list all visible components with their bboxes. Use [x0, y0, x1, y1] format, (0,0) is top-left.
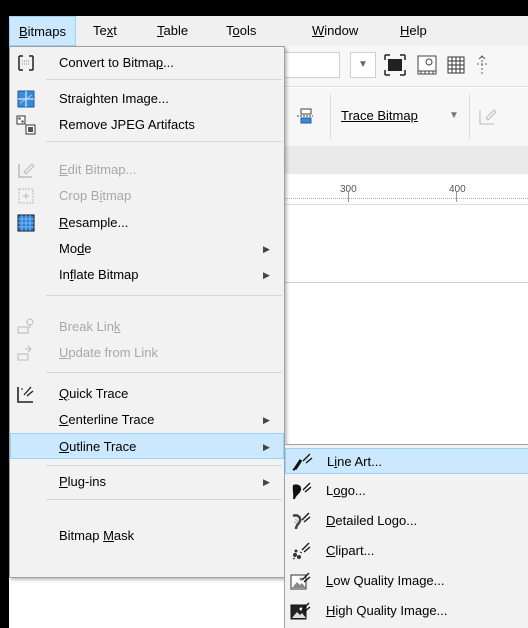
submenu-arrow-icon: ▶	[263, 415, 270, 425]
grid-icon[interactable]	[444, 53, 468, 77]
menu-separator	[46, 79, 282, 80]
submenu-arrow-icon: ▶	[263, 477, 270, 487]
trace-bitmap-button[interactable]: Trace Bitmap	[341, 104, 418, 128]
menu-item-bitmap-mask[interactable]: Bitmap Mask	[10, 523, 284, 549]
edit-bitmap-icon	[16, 160, 36, 180]
menu-item-convert-to-bitmap[interactable]: Convert to Bitmap...	[10, 50, 284, 76]
menu-item-crop-bitmap: Crop Bitmap	[10, 183, 284, 209]
bitmaps-menu: Convert to Bitmap... Straighten Image...…	[9, 46, 285, 578]
toolbar-divider	[330, 94, 331, 140]
menu-item-inflate-bitmap[interactable]: Inflate Bitmap ▶	[10, 262, 284, 288]
menu-bar: Bitmaps Text Table Tools Window Help	[9, 16, 528, 47]
clipart-icon	[290, 541, 312, 561]
detailed-logo-icon	[290, 511, 312, 531]
submenu-item-detailed-logo[interactable]: Detailed Logo...	[285, 508, 528, 534]
ruler-label-300: 300	[340, 184, 357, 195]
guideline-horizontal	[284, 282, 528, 283]
menu-item-resample[interactable]: Resample...	[10, 210, 284, 236]
menu-help[interactable]: Help	[391, 16, 436, 46]
remove-jpeg-artifacts-icon	[16, 115, 36, 135]
menu-separator	[46, 499, 282, 500]
menu-item-quick-trace[interactable]: Quick Trace	[10, 381, 284, 407]
low-quality-image-icon	[290, 571, 312, 591]
update-from-link-icon	[16, 343, 36, 363]
guidelines-icon[interactable]	[474, 53, 498, 77]
size-combo[interactable]: 5	[276, 52, 340, 78]
menu-item-straighten-image[interactable]: Straighten Image...	[10, 86, 284, 112]
menu-table[interactable]: Table	[148, 16, 197, 46]
resample-icon	[16, 213, 36, 233]
submenu-arrow-icon: ▶	[263, 244, 270, 254]
menu-separator	[46, 465, 282, 466]
crop-bitmap-icon	[16, 186, 36, 206]
high-quality-image-icon	[290, 601, 312, 621]
trace-bitmap-chevron-icon[interactable]: ▼	[449, 104, 459, 128]
menu-item-plug-ins[interactable]: Plug-ins ▶	[10, 469, 284, 495]
logo-icon	[290, 481, 312, 501]
submenu-item-logo[interactable]: Logo...	[285, 478, 528, 504]
app-window: Bitmaps Text Table Tools Window Help 5 ▼…	[0, 0, 528, 628]
ruler-ticks	[283, 198, 528, 200]
outline-trace-submenu: Line Art... Logo... Detailed Logo... Cli…	[284, 444, 528, 628]
menu-item-break-link: Break Link	[10, 314, 284, 340]
menu-tools[interactable]: Tools	[217, 16, 265, 46]
menu-separator	[46, 141, 282, 142]
menu-item-outline-trace[interactable]: Outline Trace ▶	[10, 433, 284, 459]
page-settings-icon[interactable]	[415, 53, 439, 77]
menu-item-centerline-trace[interactable]: Centerline Trace ▶	[10, 407, 284, 433]
menu-item-update-from-link: Update from Link	[10, 340, 284, 366]
submenu-item-high-quality-image[interactable]: High Quality Image...	[285, 598, 528, 624]
toolbar-divider	[469, 94, 470, 140]
straighten-image-icon	[16, 89, 36, 109]
menu-separator	[46, 295, 282, 296]
submenu-item-low-quality-image[interactable]: Low Quality Image...	[285, 568, 528, 594]
menu-text[interactable]: Text	[84, 16, 126, 46]
menu-window[interactable]: Window	[303, 16, 367, 46]
menu-item-edit-bitmap: Edit Bitmap...	[10, 157, 284, 183]
menu-item-mode[interactable]: Mode ▶	[10, 236, 284, 262]
align-icon[interactable]	[293, 104, 317, 128]
window-left-edge	[0, 0, 9, 628]
full-page-icon[interactable]	[383, 53, 407, 77]
break-link-icon	[16, 317, 36, 337]
line-art-icon	[291, 452, 313, 472]
menu-bitmaps[interactable]: Bitmaps	[9, 16, 76, 46]
menu-separator	[46, 372, 282, 373]
ruler-label-400: 400	[449, 184, 466, 195]
convert-to-bitmap-icon	[16, 53, 36, 73]
chevron-down-icon[interactable]: ▼	[350, 52, 376, 78]
edit-bitmap-toolbar-icon	[476, 104, 500, 128]
submenu-arrow-icon: ▶	[263, 442, 270, 452]
submenu-item-clipart[interactable]: Clipart...	[285, 538, 528, 564]
submenu-arrow-icon: ▶	[263, 270, 270, 280]
quick-trace-icon	[16, 384, 36, 404]
submenu-item-line-art[interactable]: Line Art...	[285, 448, 528, 474]
window-top-edge	[0, 0, 528, 16]
menu-item-remove-jpeg-artifacts[interactable]: Remove JPEG Artifacts	[10, 112, 284, 138]
